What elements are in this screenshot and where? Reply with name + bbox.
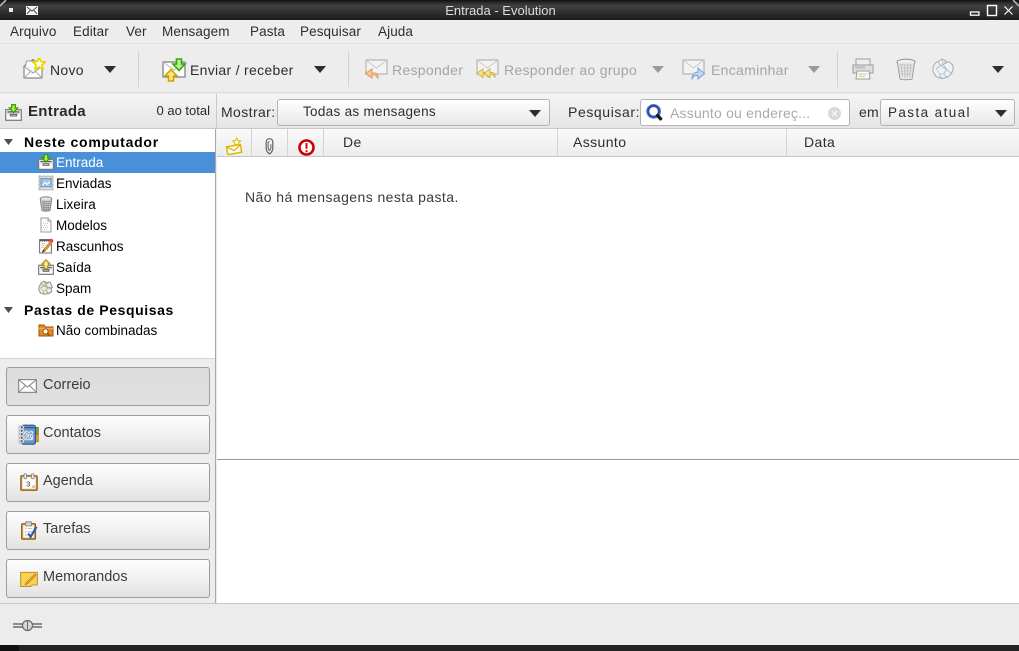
svg-text:3: 3 — [26, 479, 30, 488]
svg-text:@: @ — [24, 430, 33, 440]
